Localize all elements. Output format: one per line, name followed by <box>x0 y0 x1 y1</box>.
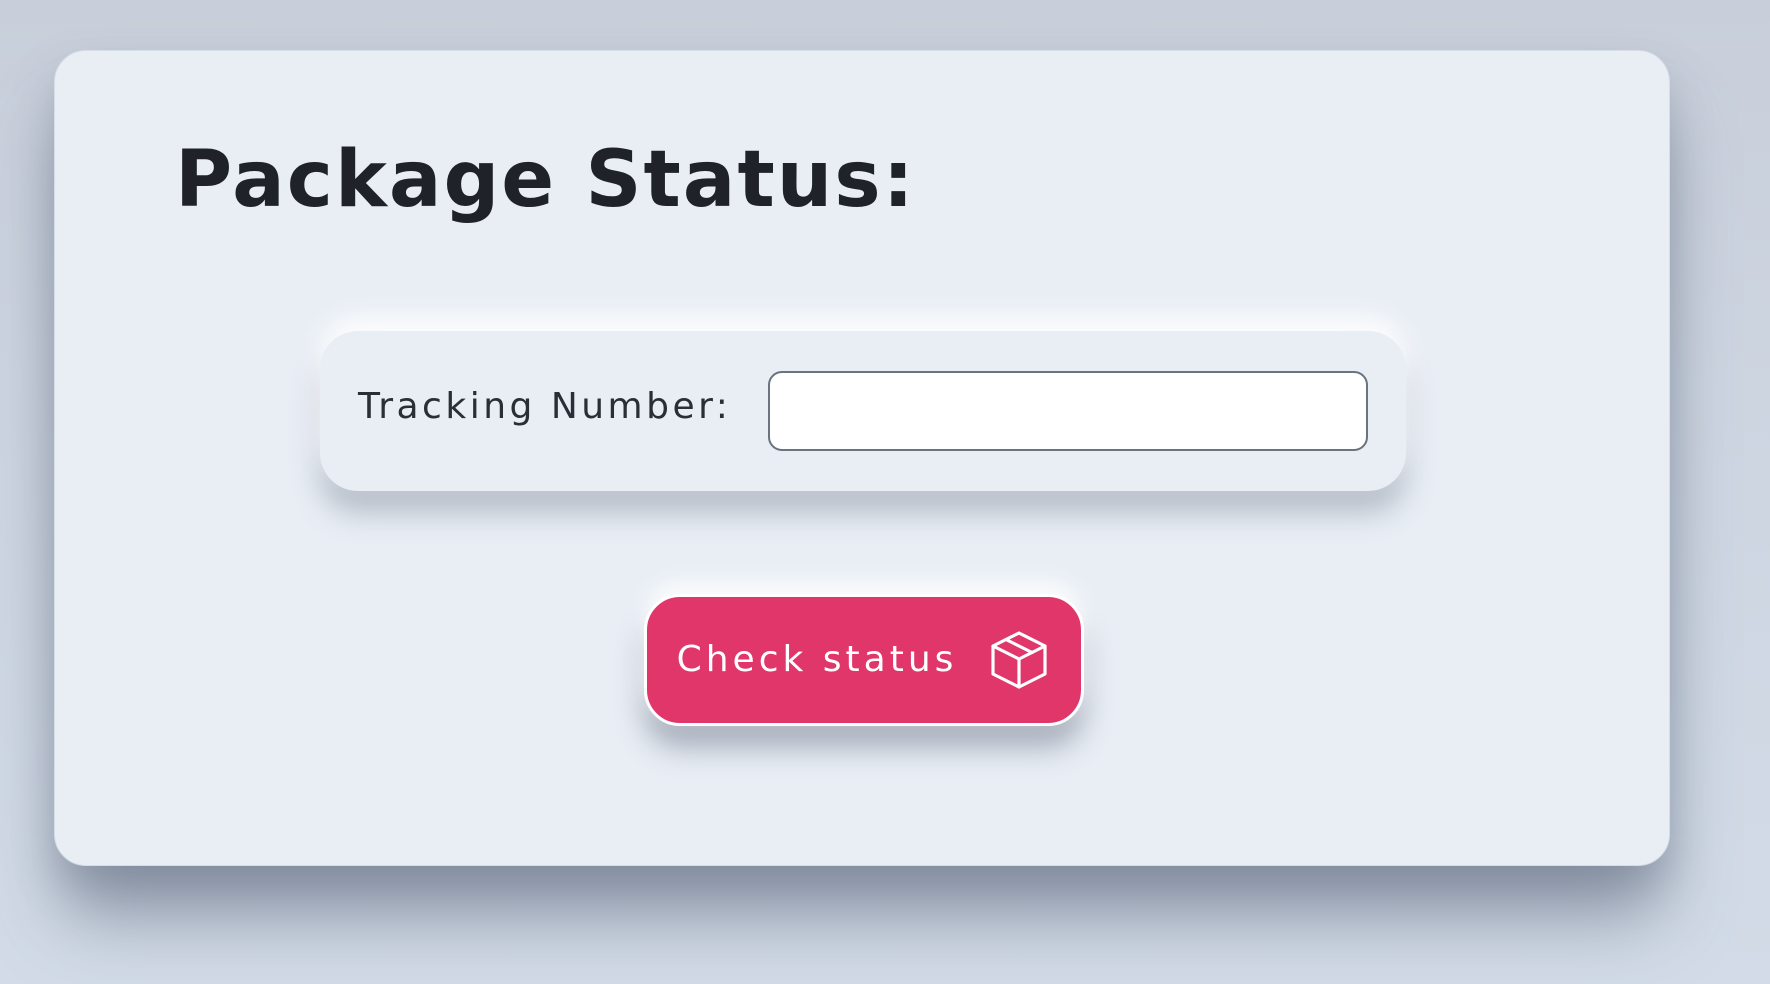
tracking-number-input[interactable] <box>768 371 1368 451</box>
tracking-number-label: Tracking Number: <box>358 386 732 427</box>
page-title: Package Status: <box>175 135 916 225</box>
package-status-card: Package Status: Tracking Number: Check s… <box>54 50 1670 866</box>
check-status-label: Check status <box>676 639 958 680</box>
package-box-icon <box>991 631 1048 689</box>
tracking-field-panel: Tracking Number: <box>320 331 1406 491</box>
check-status-button[interactable]: Check status <box>644 594 1084 726</box>
